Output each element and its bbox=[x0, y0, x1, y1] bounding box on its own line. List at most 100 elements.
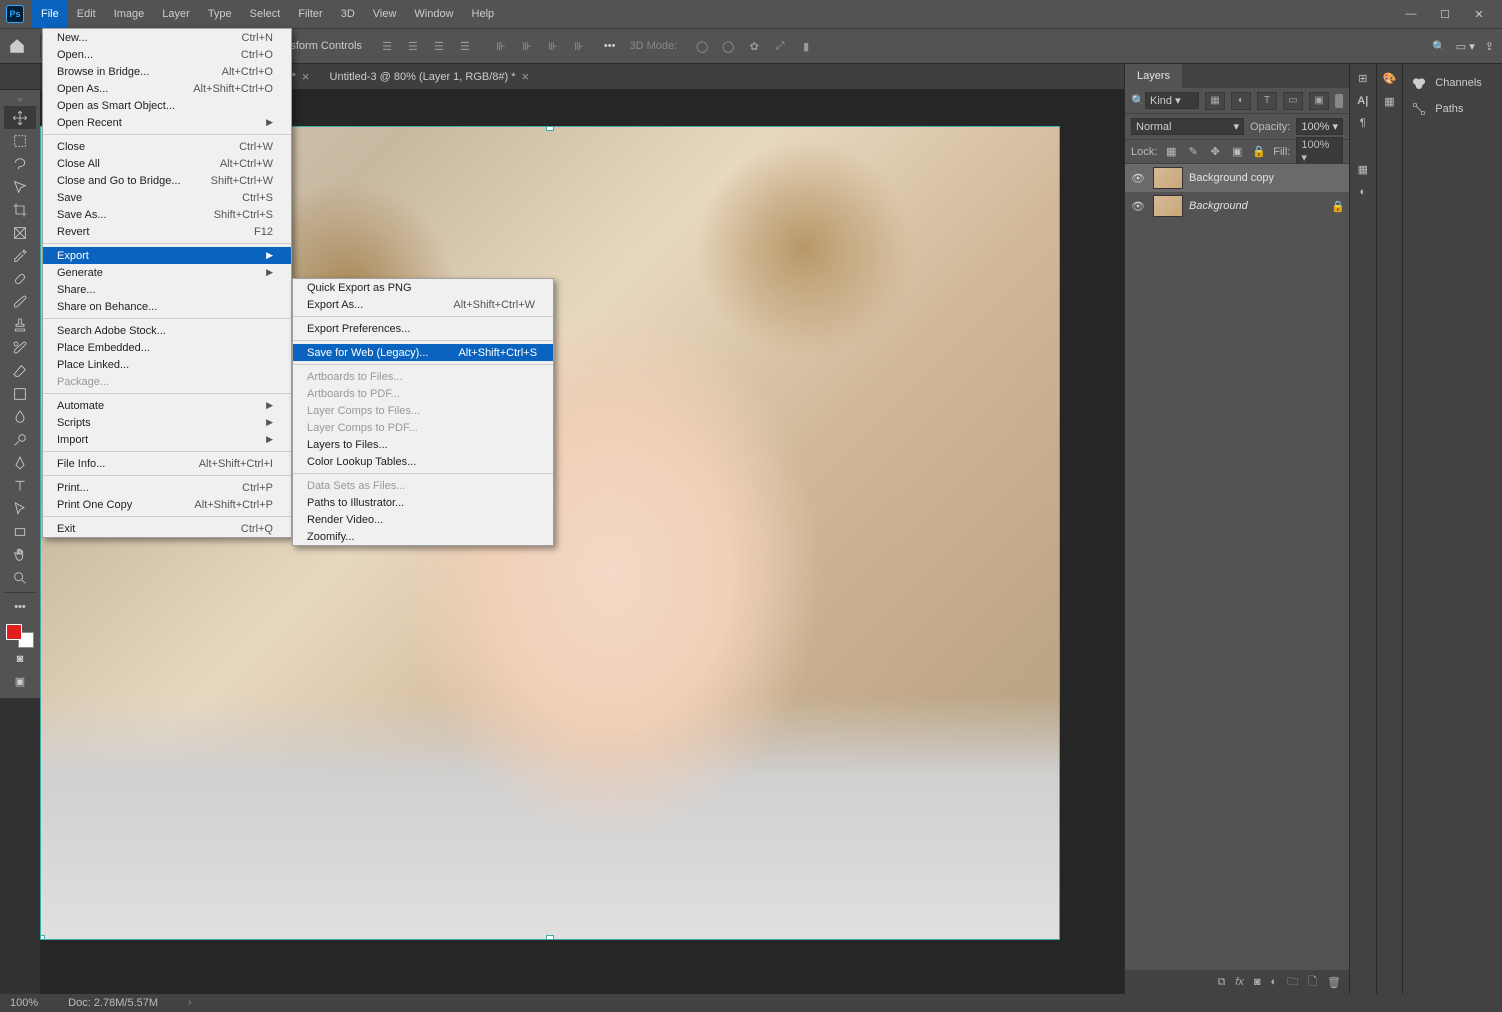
share-icon[interactable]: ⇪ bbox=[1485, 40, 1494, 53]
menu-item[interactable]: Export Preferences... bbox=[293, 320, 553, 337]
menu-item[interactable]: SaveCtrl+S bbox=[43, 189, 291, 206]
menu-item[interactable]: Scripts▶ bbox=[43, 414, 291, 431]
more-options-icon[interactable]: ••• bbox=[604, 40, 616, 52]
color-icon[interactable]: 🎨 bbox=[1383, 72, 1397, 85]
toolbar-grip[interactable]: » bbox=[17, 94, 22, 104]
swatches-icon[interactable]: ▦ bbox=[1358, 163, 1368, 176]
menu-item[interactable]: File Info...Alt+Shift+Ctrl+I bbox=[43, 455, 291, 472]
menu-item[interactable]: Paths to Illustrator... bbox=[293, 494, 553, 511]
brush-tool[interactable] bbox=[4, 290, 36, 313]
workspace-dropdown[interactable]: ▭ ▾ bbox=[1456, 40, 1475, 53]
edit-toolbar-icon[interactable]: ••• bbox=[4, 596, 36, 618]
menu-type[interactable]: Type bbox=[199, 0, 241, 28]
group-icon[interactable]: 🗀 bbox=[1287, 973, 1298, 992]
layer-thumbnail[interactable] bbox=[1153, 167, 1183, 189]
menu-item[interactable]: RevertF12 bbox=[43, 223, 291, 240]
lock-transparency-icon[interactable]: ▦ bbox=[1163, 144, 1179, 160]
menu-item[interactable]: Save for Web (Legacy)...Alt+Shift+Ctrl+S bbox=[293, 344, 553, 361]
crop-tool[interactable] bbox=[4, 198, 36, 221]
distribute-top-icon[interactable]: ⊪ bbox=[490, 35, 512, 57]
menu-item[interactable]: Color Lookup Tables... bbox=[293, 453, 553, 470]
menu-item[interactable]: Automate▶ bbox=[43, 397, 291, 414]
libraries-icon[interactable]: ▦ bbox=[1384, 95, 1394, 108]
filter-smart-icon[interactable]: ▣ bbox=[1309, 92, 1329, 110]
lasso-tool[interactable] bbox=[4, 152, 36, 175]
paragraph-icon[interactable]: ¶ bbox=[1360, 117, 1366, 129]
menu-filter[interactable]: Filter bbox=[289, 0, 331, 28]
menu-window[interactable]: Window bbox=[405, 0, 462, 28]
distribute-bottom-icon[interactable]: ⊪ bbox=[542, 35, 564, 57]
screen-mode-icon[interactable]: ▣ bbox=[4, 670, 36, 692]
adjustments-icon[interactable]: ◐ bbox=[1359, 186, 1366, 198]
stamp-tool[interactable] bbox=[4, 313, 36, 336]
layer-filter-dropdown[interactable]: Kind ▾ bbox=[1145, 92, 1199, 109]
zoom-level[interactable]: 100% bbox=[10, 997, 38, 1009]
character-icon[interactable]: A| bbox=[1357, 95, 1368, 107]
foreground-color[interactable] bbox=[6, 624, 22, 640]
rectangle-tool[interactable] bbox=[4, 520, 36, 543]
menu-item[interactable]: Layers to Files... bbox=[293, 436, 553, 453]
menu-item[interactable]: Render Video... bbox=[293, 511, 553, 528]
menu-item[interactable]: Open...Ctrl+O bbox=[43, 46, 291, 63]
menu-item[interactable]: Search Adobe Stock... bbox=[43, 322, 291, 339]
opacity-input[interactable]: 100% ▾ bbox=[1296, 118, 1343, 135]
menu-item[interactable]: Share on Behance... bbox=[43, 298, 291, 315]
menu-view[interactable]: View bbox=[364, 0, 406, 28]
blend-mode-dropdown[interactable]: Normal▾ bbox=[1131, 118, 1244, 135]
align-left-icon[interactable]: ☰ bbox=[376, 35, 398, 57]
visibility-icon[interactable]: 👁 bbox=[1129, 172, 1147, 185]
menu-item[interactable]: Print One CopyAlt+Shift+Ctrl+P bbox=[43, 496, 291, 513]
menu-item[interactable]: Export As...Alt+Shift+Ctrl+W bbox=[293, 296, 553, 313]
path-select-tool[interactable] bbox=[4, 497, 36, 520]
status-arrow-icon[interactable]: › bbox=[188, 997, 192, 1009]
properties-icon[interactable]: ⊞ bbox=[1358, 72, 1367, 85]
eraser-tool[interactable] bbox=[4, 359, 36, 382]
adjustment-layer-icon[interactable]: ◐ bbox=[1271, 976, 1278, 988]
menu-item[interactable]: Save As...Shift+Ctrl+S bbox=[43, 206, 291, 223]
delete-layer-icon[interactable]: 🗑 bbox=[1327, 976, 1341, 989]
history-brush-tool[interactable] bbox=[4, 336, 36, 359]
menu-item[interactable]: Export▶ bbox=[43, 247, 291, 264]
healing-tool[interactable] bbox=[4, 267, 36, 290]
type-tool[interactable] bbox=[4, 474, 36, 497]
channels-row[interactable]: Channels bbox=[1403, 70, 1502, 96]
menu-image[interactable]: Image bbox=[105, 0, 154, 28]
quick-mask-icon[interactable]: ◙ bbox=[4, 648, 36, 670]
visibility-icon[interactable]: 👁 bbox=[1129, 200, 1147, 213]
3d-camera-icon[interactable]: ▮ bbox=[795, 35, 817, 57]
paths-row[interactable]: Paths bbox=[1403, 96, 1502, 122]
menu-item[interactable]: Close AllAlt+Ctrl+W bbox=[43, 155, 291, 172]
menu-item[interactable]: Open As...Alt+Shift+Ctrl+O bbox=[43, 80, 291, 97]
doc-size[interactable]: Doc: 2.78M/5.57M bbox=[68, 997, 158, 1009]
layer-style-icon[interactable]: fx bbox=[1235, 976, 1244, 988]
layer-name[interactable]: Background copy bbox=[1189, 172, 1274, 184]
eyedropper-tool[interactable] bbox=[4, 244, 36, 267]
menu-item[interactable]: Generate▶ bbox=[43, 264, 291, 281]
lock-all-icon[interactable]: 🔒 bbox=[1251, 144, 1267, 160]
align-center-icon[interactable]: ☰ bbox=[402, 35, 424, 57]
menu-item[interactable]: Quick Export as PNG bbox=[293, 279, 553, 296]
3d-orbit-icon[interactable]: ◯ bbox=[691, 35, 713, 57]
menu-item[interactable]: Zoomify... bbox=[293, 528, 553, 545]
layer-name[interactable]: Background bbox=[1189, 200, 1248, 212]
quick-select-tool[interactable] bbox=[4, 175, 36, 198]
menu-3d[interactable]: 3D bbox=[332, 0, 364, 28]
filter-type-icon[interactable]: T bbox=[1257, 92, 1277, 110]
home-icon[interactable] bbox=[8, 37, 26, 55]
filter-toggle[interactable] bbox=[1335, 94, 1343, 108]
menu-file[interactable]: File bbox=[32, 0, 68, 28]
frame-tool[interactable] bbox=[4, 221, 36, 244]
align-more-icon[interactable]: ☰ bbox=[454, 35, 476, 57]
hand-tool[interactable] bbox=[4, 543, 36, 566]
document-tab[interactable]: Untitled-3 @ 80% (Layer 1, RGB/8#) *× bbox=[320, 64, 540, 90]
menu-item[interactable]: Place Embedded... bbox=[43, 339, 291, 356]
color-swatch[interactable] bbox=[6, 624, 34, 648]
window-close-button[interactable]: ✕ bbox=[1462, 4, 1496, 24]
menu-item[interactable]: ExitCtrl+Q bbox=[43, 520, 291, 537]
filter-shape-icon[interactable]: ▭ bbox=[1283, 92, 1303, 110]
zoom-tool[interactable] bbox=[4, 566, 36, 589]
align-right-icon[interactable]: ☰ bbox=[428, 35, 450, 57]
menu-item[interactable]: Browse in Bridge...Alt+Ctrl+O bbox=[43, 63, 291, 80]
lock-position-icon[interactable]: ✥ bbox=[1207, 144, 1223, 160]
layer-mask-icon[interactable]: ◙ bbox=[1254, 976, 1261, 988]
